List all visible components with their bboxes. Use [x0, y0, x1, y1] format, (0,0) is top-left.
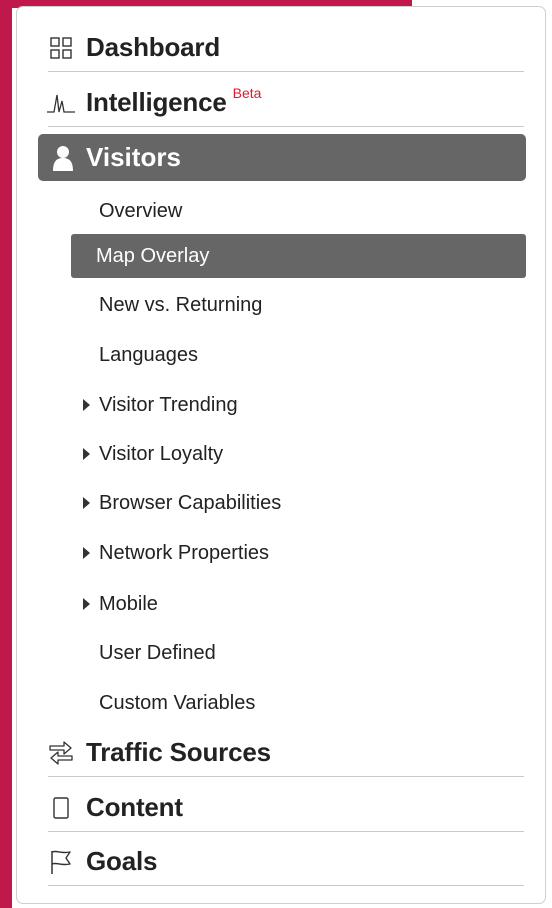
sub-item-label: Map Overlay — [96, 244, 210, 267]
sub-item-label: Visitor Trending — [99, 393, 238, 416]
sub-item-label: Languages — [99, 343, 198, 366]
sub-item-label: Visitor Loyalty — [99, 442, 224, 465]
arrows-icon — [44, 738, 78, 768]
nav-traffic-sources-label: Traffic Sources — [86, 737, 271, 767]
nav-content[interactable]: Content — [48, 784, 524, 832]
page-icon — [44, 793, 78, 823]
pulse-chart-icon — [44, 88, 78, 118]
nav-goals-label: Goals — [86, 846, 158, 876]
nav-visitors[interactable]: Visitors — [38, 134, 526, 181]
nav-dashboard[interactable]: Dashboard — [48, 24, 524, 72]
nav-visitors-label: Visitors — [86, 142, 181, 172]
expand-arrow-icon[interactable] — [83, 399, 90, 411]
sub-item-label: Browser Capabilities — [99, 491, 282, 514]
nav-traffic-sources[interactable]: Traffic Sources — [48, 729, 524, 777]
sub-item-label: User Defined — [99, 641, 216, 664]
sub-item-label: Overview — [99, 199, 183, 222]
nav-goals[interactable]: Goals — [48, 838, 524, 886]
sub-item-user-defined[interactable]: User Defined — [80, 637, 526, 669]
nav-intelligence-label: Intelligence — [86, 87, 227, 117]
sub-item-label: Network Properties — [99, 541, 270, 564]
sub-item-new-vs-returning[interactable]: New vs. Returning — [80, 289, 526, 321]
sub-item-browser-capabilities[interactable]: Browser Capabilities — [80, 487, 526, 519]
sub-item-overview[interactable]: Overview — [80, 195, 526, 227]
sub-item-map-overlay[interactable]: Map Overlay — [71, 234, 526, 278]
sub-item-label: New vs. Returning — [99, 293, 263, 316]
sub-item-custom-variables[interactable]: Custom Variables — [80, 687, 526, 719]
expand-arrow-icon[interactable] — [83, 497, 90, 509]
flag-icon — [44, 847, 78, 877]
grid-icon — [44, 33, 78, 63]
nav-dashboard-label: Dashboard — [86, 32, 221, 62]
expand-arrow-icon[interactable] — [83, 448, 90, 460]
sub-item-visitor-loyalty[interactable]: Visitor Loyalty — [80, 438, 526, 470]
nav-content-label: Content — [86, 792, 183, 822]
nav-intelligence[interactable]: Intelligence Beta — [47, 79, 524, 127]
person-icon — [50, 143, 76, 173]
sub-item-mobile[interactable]: Mobile — [80, 588, 526, 620]
sub-item-label: Mobile — [99, 592, 158, 615]
expand-arrow-icon[interactable] — [83, 547, 90, 559]
sub-item-label: Custom Variables — [99, 691, 256, 714]
expand-arrow-icon[interactable] — [83, 598, 90, 610]
page-background-left — [0, 0, 12, 908]
sub-item-visitor-trending[interactable]: Visitor Trending — [80, 389, 526, 421]
sub-item-languages[interactable]: Languages — [80, 339, 526, 371]
beta-badge: Beta — [232, 84, 262, 101]
sub-item-network-properties[interactable]: Network Properties — [80, 537, 526, 569]
